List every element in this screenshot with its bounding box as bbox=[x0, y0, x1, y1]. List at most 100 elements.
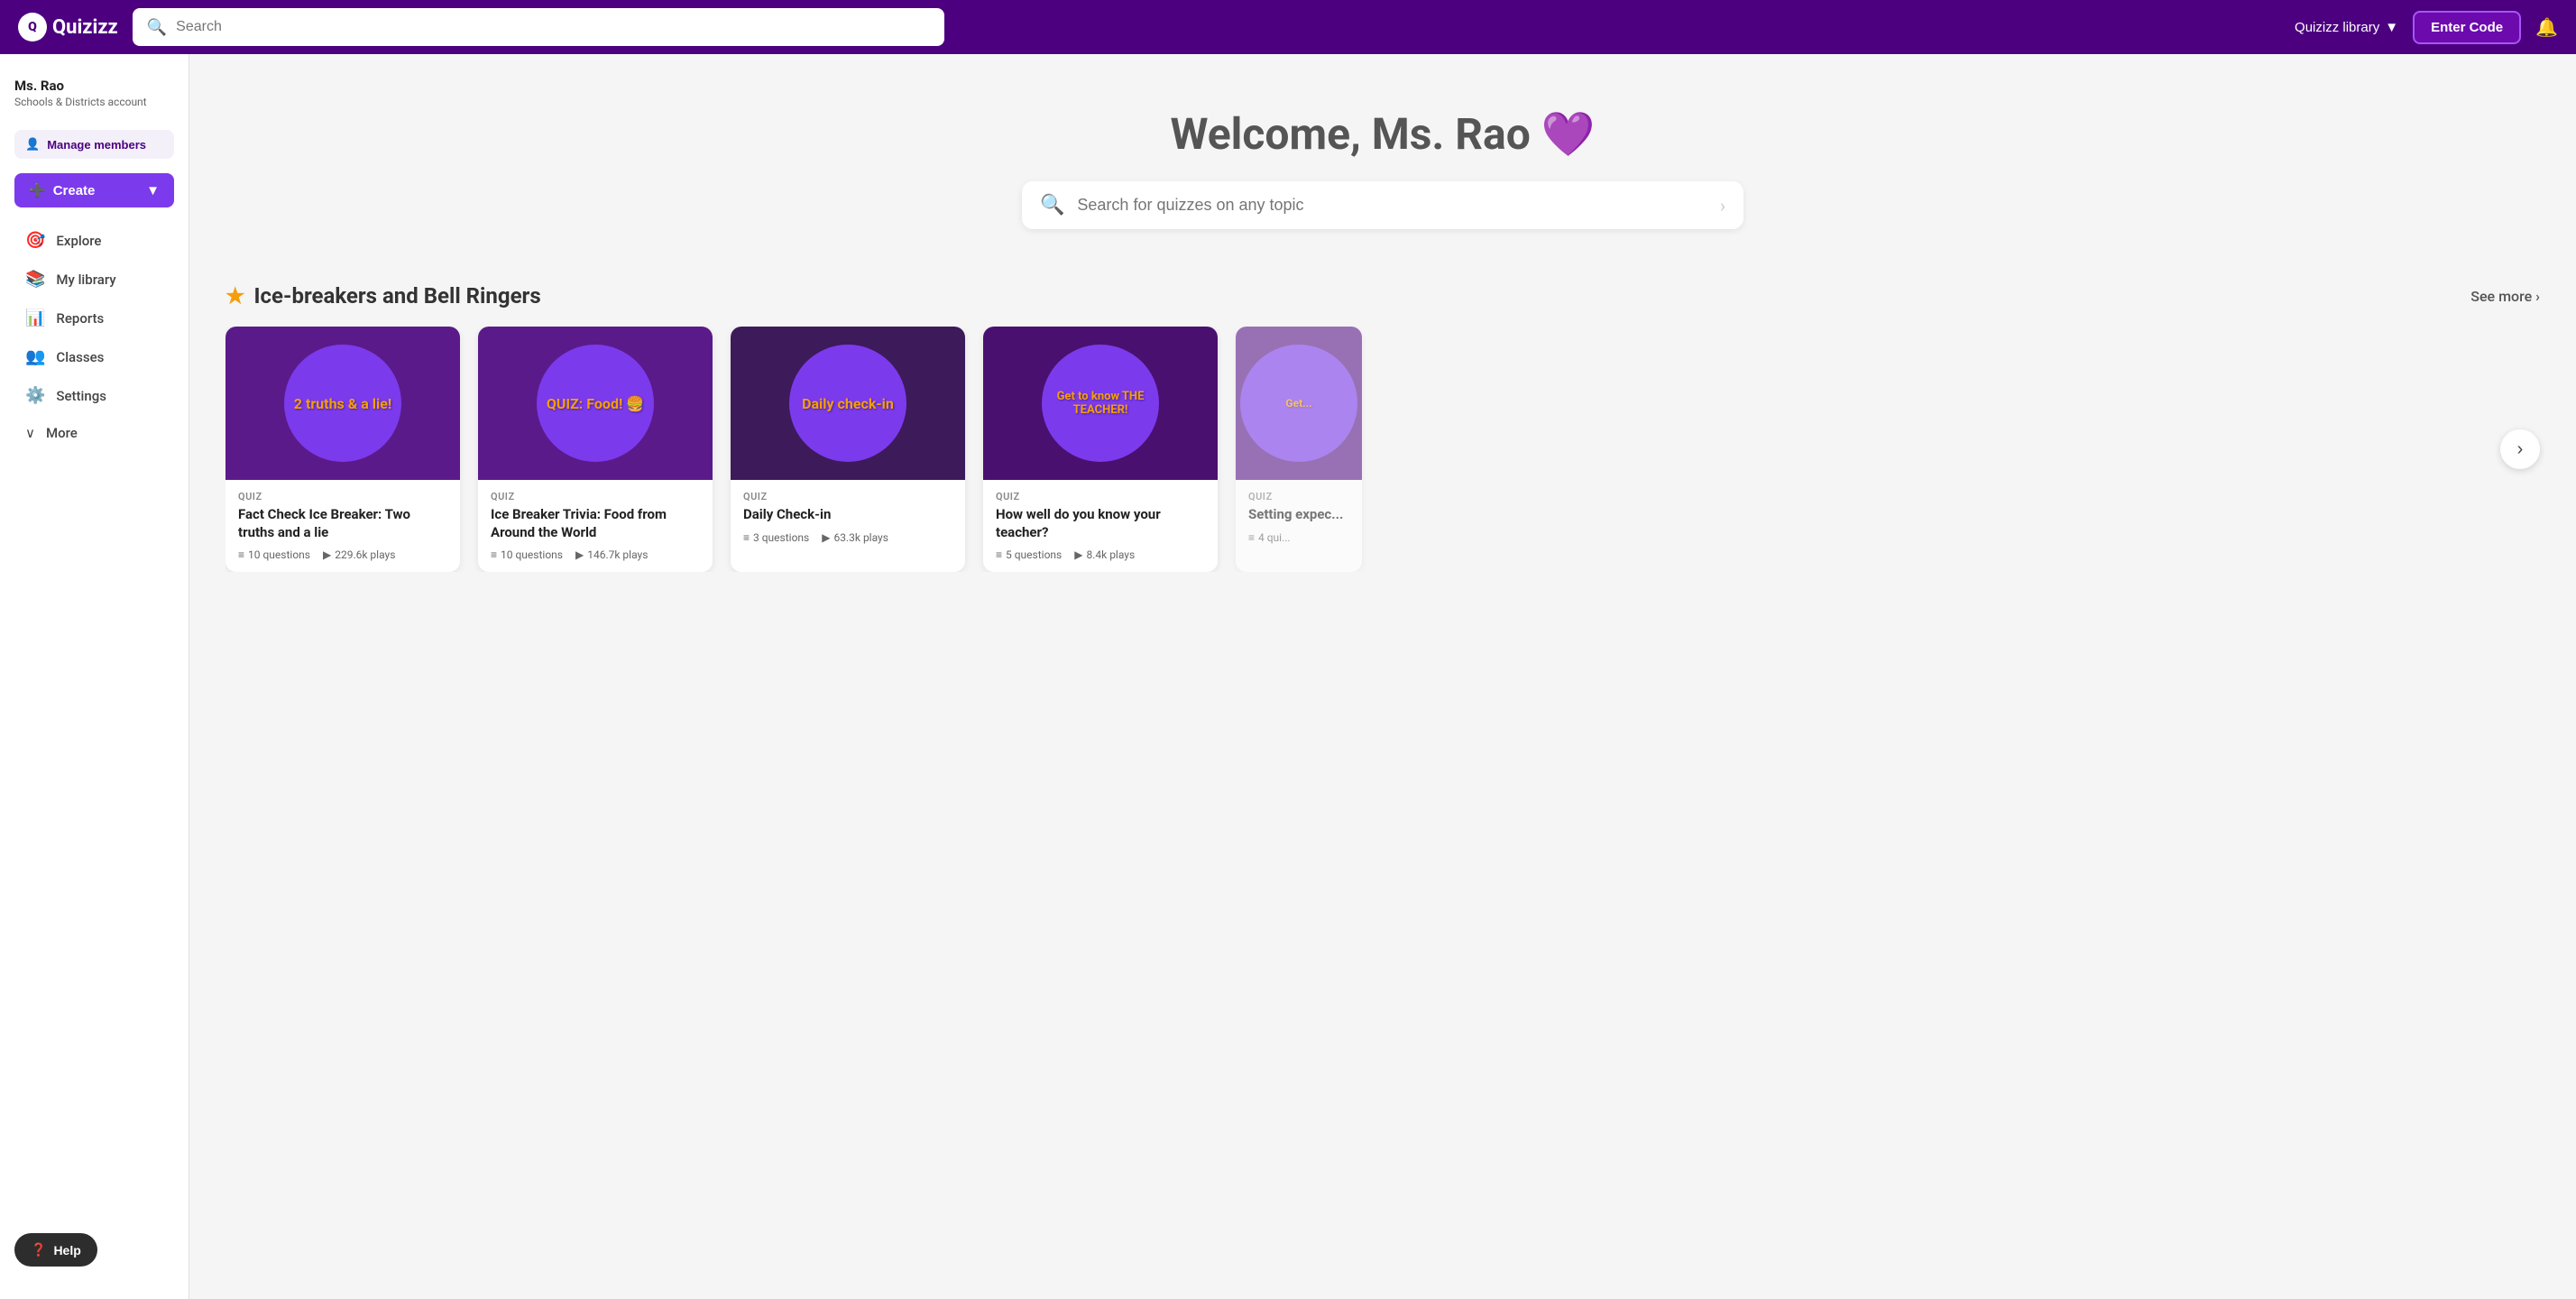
plays-meta: ▶ 63.3k plays bbox=[822, 531, 888, 544]
chevron-right-icon: › bbox=[2535, 288, 2540, 305]
user-name: Ms. Rao bbox=[14, 78, 174, 94]
quiz-cards-container: 2 truths & a lie! QUIZ Fact Check Ice Br… bbox=[225, 327, 2540, 572]
card-type: QUIZ bbox=[996, 491, 1205, 502]
play-icon: ▶ bbox=[822, 531, 830, 544]
manage-members-button[interactable]: 👤 Manage members bbox=[14, 130, 174, 159]
main-search-bar[interactable]: 🔍 › bbox=[1022, 181, 1743, 229]
main-search-input[interactable] bbox=[1077, 196, 1707, 215]
card-body: QUIZ Setting expec... ≡ 4 qui... bbox=[1236, 480, 1362, 555]
sidebar-item-label: Reports bbox=[56, 310, 104, 327]
questions-meta: ≡ 10 questions bbox=[238, 548, 310, 561]
top-search-bar[interactable]: 🔍 bbox=[133, 8, 944, 46]
card-body: QUIZ Daily Check-in ≡ 3 questions ▶ 63.3… bbox=[731, 480, 965, 555]
create-button-left: ➕ Create bbox=[29, 182, 95, 198]
reports-icon: 📊 bbox=[25, 309, 45, 327]
card-meta: ≡ 3 questions ▶ 63.3k plays bbox=[743, 531, 952, 544]
card-image-inner: 2 truths & a lie! bbox=[284, 345, 401, 462]
card-image-inner: QUIZ: Food! 🍔 bbox=[537, 345, 654, 462]
card-body: QUIZ Ice Breaker Trivia: Food from Aroun… bbox=[478, 480, 713, 572]
card-image: Get to know THE TEACHER! bbox=[983, 327, 1218, 480]
card-image: QUIZ: Food! 🍔 bbox=[478, 327, 713, 480]
next-arrow-button[interactable]: › bbox=[2500, 429, 2540, 469]
library-button[interactable]: Quizizz library ▼ bbox=[2295, 20, 2398, 35]
heart-emoji: 💜 bbox=[1541, 108, 1596, 160]
help-label: Help bbox=[53, 1243, 80, 1258]
questions-count: 5 questions bbox=[1006, 548, 1062, 561]
card-body: QUIZ How well do you know your teacher? … bbox=[983, 480, 1218, 572]
questions-meta: ≡ 3 questions bbox=[743, 531, 809, 544]
help-icon: ❓ bbox=[31, 1242, 46, 1258]
section-header: ★ Ice-breakers and Bell Ringers See more… bbox=[225, 283, 2540, 309]
card-image-inner: Daily check-in bbox=[789, 345, 906, 462]
plays-count: 63.3k plays bbox=[833, 531, 888, 544]
layout: Ms. Rao Schools & Districts account 👤 Ma… bbox=[0, 54, 2576, 1299]
sidebar-item-explore[interactable]: 🎯 Explore bbox=[7, 222, 181, 259]
classes-icon: 👥 bbox=[25, 347, 45, 366]
sidebar-item-library[interactable]: 📚 My library bbox=[7, 261, 181, 298]
card-image-inner: Get to know THE TEACHER! bbox=[1042, 345, 1159, 462]
welcome-title: Welcome, Ms. Rao 💜 bbox=[207, 108, 2558, 160]
questions-count: 4 qui... bbox=[1258, 531, 1291, 544]
sidebar-item-reports[interactable]: 📊 Reports bbox=[7, 299, 181, 336]
play-icon: ▶ bbox=[1074, 548, 1082, 561]
library-label: Quizizz library bbox=[2295, 20, 2379, 35]
more-label: More bbox=[46, 425, 78, 441]
card-type: QUIZ bbox=[238, 491, 447, 502]
questions-count: 3 questions bbox=[753, 531, 809, 544]
list-icon: ≡ bbox=[743, 531, 750, 544]
logo-icon: Q bbox=[18, 13, 47, 41]
chevron-down-icon: ▼ bbox=[146, 183, 160, 198]
plays-meta: ▶ 146.7k plays bbox=[575, 548, 648, 561]
card-image-text: 2 truths & a lie! bbox=[294, 395, 391, 412]
sidebar: Ms. Rao Schools & Districts account 👤 Ma… bbox=[0, 54, 189, 1299]
sidebar-item-label: Settings bbox=[56, 388, 106, 404]
plays-meta: ▶ 229.6k plays bbox=[323, 548, 395, 561]
plays-meta: ▶ 8.4k plays bbox=[1074, 548, 1135, 561]
card-meta: ≡ 10 questions ▶ 229.6k plays bbox=[238, 548, 447, 561]
user-info: Ms. Rao Schools & Districts account bbox=[0, 69, 189, 123]
logo-text: Quizizz bbox=[52, 16, 118, 39]
quiz-card[interactable]: Get to know THE TEACHER! QUIZ How well d… bbox=[983, 327, 1218, 572]
chevron-down-icon: ▼ bbox=[2385, 20, 2398, 35]
bell-icon[interactable]: 🔔 bbox=[2535, 16, 2558, 38]
card-image-text: Get to know THE TEACHER! bbox=[1042, 390, 1159, 417]
cards-wrapper: 2 truths & a lie! QUIZ Fact Check Ice Br… bbox=[225, 327, 2540, 572]
card-title: Setting expec... bbox=[1248, 506, 1349, 524]
card-meta: ≡ 5 questions ▶ 8.4k plays bbox=[996, 548, 1205, 561]
sidebar-item-label: Explore bbox=[56, 233, 101, 249]
explore-icon: 🎯 bbox=[25, 231, 45, 250]
card-image-inner: Get... bbox=[1240, 345, 1357, 462]
see-more-button[interactable]: See more › bbox=[2470, 288, 2540, 305]
search-input[interactable] bbox=[176, 19, 930, 35]
list-icon: ≡ bbox=[238, 548, 244, 561]
card-title: Daily Check-in bbox=[743, 506, 952, 524]
questions-count: 10 questions bbox=[248, 548, 310, 561]
card-image-text: Get... bbox=[1285, 397, 1311, 410]
quiz-card[interactable]: QUIZ: Food! 🍔 QUIZ Ice Breaker Trivia: F… bbox=[478, 327, 713, 572]
card-type: QUIZ bbox=[1248, 491, 1349, 502]
quiz-card[interactable]: Get... QUIZ Setting expec... ≡ 4 qui... bbox=[1236, 327, 1362, 572]
main-content: Welcome, Ms. Rao 💜 🔍 › ★ Ice-breakers an… bbox=[189, 54, 2576, 1299]
list-icon: ≡ bbox=[1248, 531, 1255, 544]
star-icon: ★ bbox=[225, 283, 245, 309]
chevron-down-icon: ∨ bbox=[25, 425, 35, 441]
card-title: Ice Breaker Trivia: Food from Around the… bbox=[491, 506, 700, 541]
card-body: QUIZ Fact Check Ice Breaker: Two truths … bbox=[225, 480, 460, 572]
card-type: QUIZ bbox=[743, 491, 952, 502]
sidebar-item-more[interactable]: ∨ More bbox=[7, 416, 181, 450]
quiz-card[interactable]: Daily check-in QUIZ Daily Check-in ≡ 3 q… bbox=[731, 327, 965, 572]
enter-code-button[interactable]: Enter Code bbox=[2413, 11, 2521, 44]
card-image: Get... bbox=[1236, 327, 1362, 480]
sidebar-item-label: Classes bbox=[56, 349, 104, 365]
card-meta: ≡ 4 qui... bbox=[1248, 531, 1349, 544]
create-button[interactable]: ➕ Create ▼ bbox=[14, 173, 174, 207]
sidebar-item-settings[interactable]: ⚙️ Settings bbox=[7, 377, 181, 414]
help-button[interactable]: ❓ Help bbox=[14, 1233, 97, 1267]
plus-circle-icon: ➕ bbox=[29, 182, 46, 198]
list-icon: ≡ bbox=[996, 548, 1002, 561]
quiz-card[interactable]: 2 truths & a lie! QUIZ Fact Check Ice Br… bbox=[225, 327, 460, 572]
card-title: Fact Check Ice Breaker: Two truths and a… bbox=[238, 506, 447, 541]
logo[interactable]: Q Quizizz bbox=[18, 13, 118, 41]
play-icon: ▶ bbox=[323, 548, 331, 561]
sidebar-item-classes[interactable]: 👥 Classes bbox=[7, 338, 181, 375]
